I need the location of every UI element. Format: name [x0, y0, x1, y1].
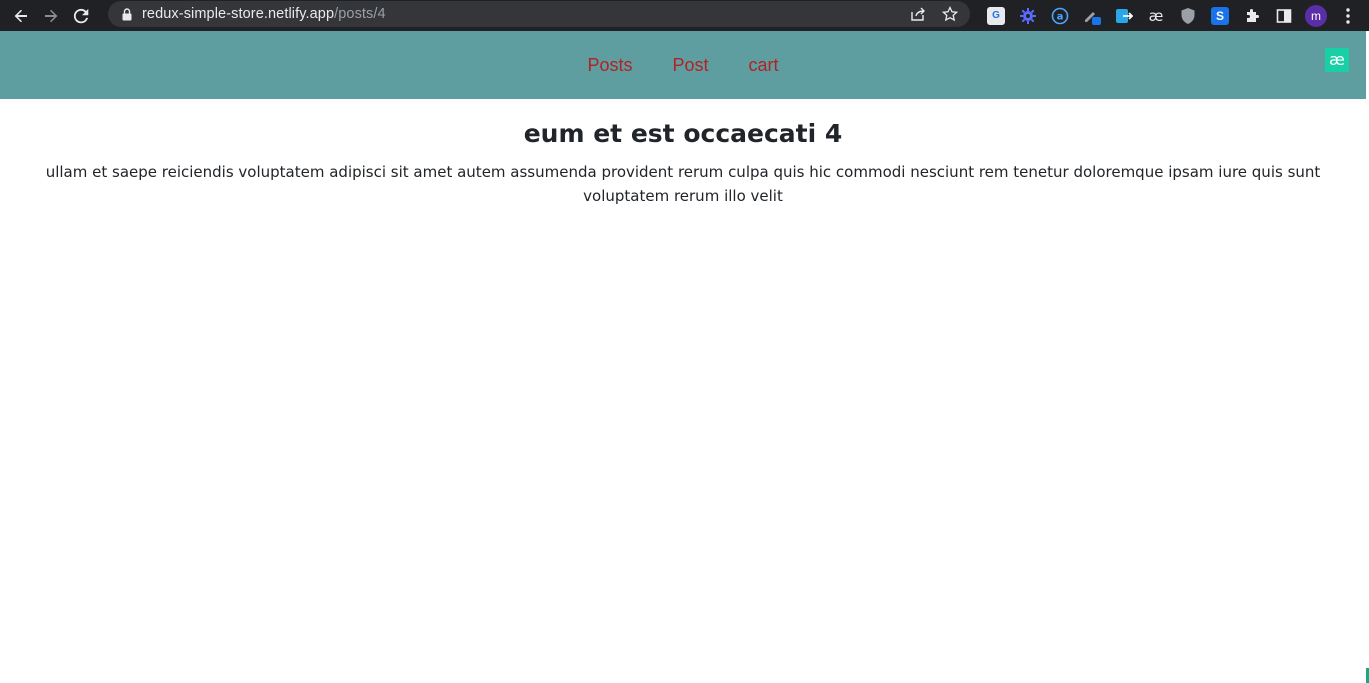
post-body: ullam et saepe reiciendis voluptatem adi…	[45, 163, 1321, 205]
browser-toolbar: redux-simple-store.netlify.app/posts/4 G…	[0, 0, 1369, 31]
site-navbar: Posts Post cart æ	[0, 31, 1366, 99]
lock-icon	[116, 7, 138, 21]
back-button[interactable]	[6, 2, 36, 29]
post-content: eum et est occaecati 4 ullam et saepe re…	[0, 112, 1366, 208]
avatar: m	[1305, 4, 1327, 27]
ae-extension-icon[interactable]: æ	[1140, 3, 1172, 29]
pen-extension-icon[interactable]	[1076, 3, 1108, 29]
puzzle-icon[interactable]	[1236, 3, 1268, 29]
share-icon[interactable]	[904, 1, 932, 27]
menu-kebab-icon[interactable]	[1332, 3, 1364, 29]
nav-link-post[interactable]: Post	[672, 55, 708, 76]
post-title: eum et est occaecati 4	[523, 119, 843, 148]
ae-floating-badge[interactable]: æ	[1325, 48, 1349, 72]
address-bar[interactable]: redux-simple-store.netlify.app/posts/4	[108, 1, 970, 27]
url-host: redux-simple-store.netlify.app	[142, 6, 335, 22]
profile-avatar[interactable]: m	[1300, 3, 1332, 29]
translate-icon[interactable]: G	[980, 3, 1012, 29]
url-text: redux-simple-store.netlify.app/posts/4	[142, 6, 386, 22]
bookmark-star-icon[interactable]	[936, 1, 964, 27]
url-path: /posts/4	[334, 6, 386, 22]
side-panel-icon[interactable]	[1268, 3, 1300, 29]
a-circle-icon[interactable]: a	[1044, 3, 1076, 29]
svg-text:a: a	[1057, 11, 1064, 22]
nav-link-cart[interactable]: cart	[749, 55, 779, 76]
back-arrow-icon	[14, 9, 27, 22]
reload-icon	[73, 8, 89, 23]
forward-arrow-icon	[45, 9, 58, 22]
extensions-strip: G a æ S m	[980, 0, 1364, 31]
reload-button[interactable]	[66, 2, 96, 29]
s-extension-icon[interactable]: S	[1204, 3, 1236, 29]
nav-link-posts[interactable]: Posts	[587, 55, 632, 76]
arrow-box-icon[interactable]	[1108, 3, 1140, 29]
gear-extension-icon[interactable]	[1012, 3, 1044, 29]
forward-button[interactable]	[36, 2, 66, 29]
shield-icon[interactable]	[1172, 3, 1204, 29]
